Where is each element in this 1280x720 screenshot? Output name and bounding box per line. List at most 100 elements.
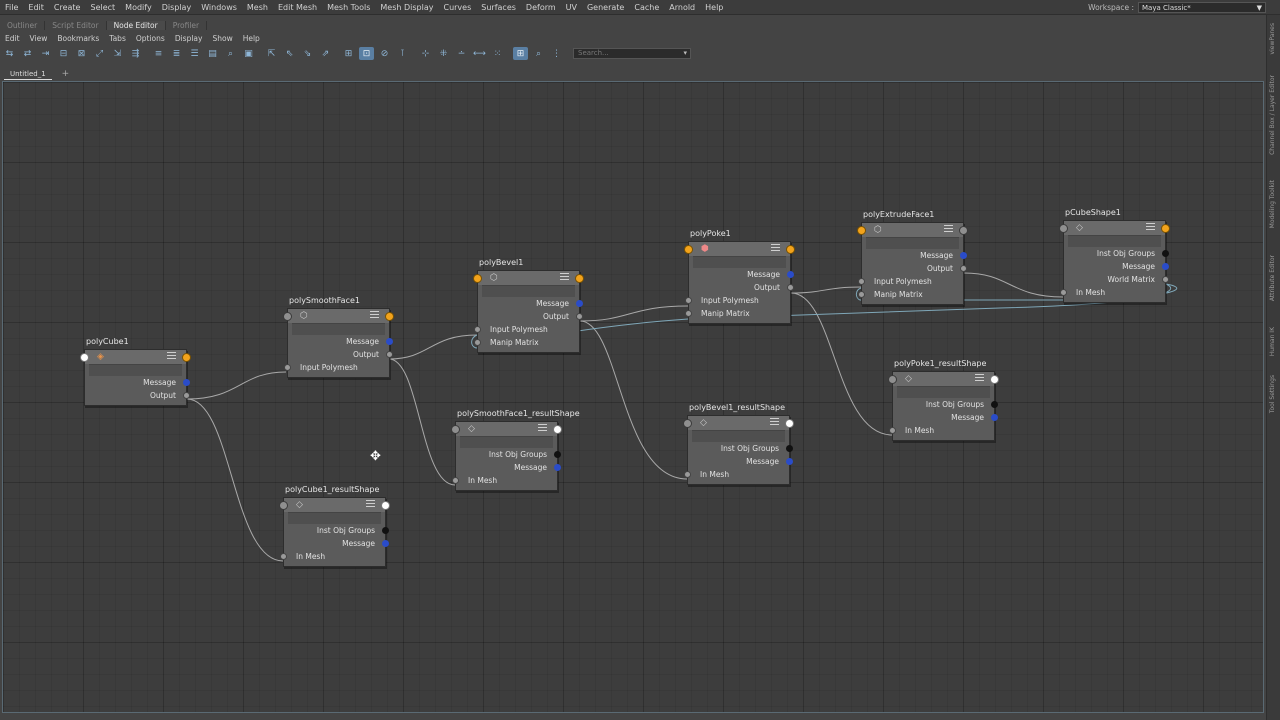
editor-menu-bookmarks[interactable]: Bookmarks <box>52 34 104 43</box>
node-polycube1-resultshape[interactable]: polyCube1_resultShape ◇ Inst Obj Groups … <box>279 485 390 567</box>
graph-inputs-icon[interactable]: ⇄ <box>20 47 35 60</box>
menu-edit[interactable]: Edit <box>23 3 49 12</box>
pin-icon[interactable]: ⇱ <box>264 47 279 60</box>
menu-edit-mesh[interactable]: Edit Mesh <box>273 3 322 12</box>
attribute-filter-icon[interactable]: ⊞ <box>341 47 356 60</box>
add-tab-button[interactable]: + <box>62 69 70 79</box>
input-port[interactable] <box>685 297 692 304</box>
node-polypoke1-resultshape[interactable]: polyPoke1_resultShape ◇ Inst Obj Groups … <box>888 359 999 441</box>
input-port[interactable] <box>284 364 291 371</box>
menu-mesh-display[interactable]: Mesh Display <box>375 3 438 12</box>
menu-arnold[interactable]: Arnold <box>664 3 700 12</box>
output-port[interactable] <box>183 379 190 386</box>
node-menu-icon[interactable] <box>366 500 375 508</box>
node-menu-icon[interactable] <box>1146 223 1155 231</box>
simple-mode-icon[interactable]: ≡ <box>151 47 166 60</box>
output-port[interactable] <box>991 401 998 408</box>
node-menu-icon[interactable] <box>975 374 984 382</box>
input-port[interactable] <box>451 425 460 434</box>
input-port[interactable] <box>474 326 481 333</box>
tab-script-editor[interactable]: Script Editor <box>45 20 107 30</box>
node-polysmoothface1[interactable]: polySmoothFace1 ⬡ Message Output Input P… <box>283 296 394 378</box>
expand-icon[interactable]: ⁜ <box>436 47 451 60</box>
tab-untitled-1[interactable]: Untitled_1 <box>4 69 52 80</box>
output-port[interactable] <box>786 458 793 465</box>
side-tab-channel-box[interactable]: Channel Box / Layer Editor <box>1269 75 1276 155</box>
input-port[interactable] <box>473 274 482 283</box>
frame-selected-icon[interactable]: ⇲ <box>110 47 125 60</box>
node-polyextrudeface1[interactable]: polyExtrudeFace1 ⬡ Message Output Input … <box>857 210 968 305</box>
menu-select[interactable]: Select <box>85 3 120 12</box>
side-tab-modeling-toolkit[interactable]: Modeling Toolkit <box>1269 180 1276 228</box>
output-port[interactable] <box>553 425 562 434</box>
output-port[interactable] <box>382 540 389 547</box>
input-port[interactable] <box>685 310 692 317</box>
input-port[interactable] <box>684 471 691 478</box>
node-menu-icon[interactable] <box>560 273 569 281</box>
menu-create[interactable]: Create <box>49 3 86 12</box>
snap-to-grid-icon[interactable]: ⊡ <box>359 47 374 60</box>
pin-selected-icon[interactable]: ⇗ <box>318 47 333 60</box>
unpin-icon[interactable]: ⇘ <box>300 47 315 60</box>
side-tab-human-ik[interactable]: Human IK <box>1269 327 1276 356</box>
input-port[interactable] <box>684 245 693 254</box>
menu-help[interactable]: Help <box>700 3 728 12</box>
editor-menu-tabs[interactable]: Tabs <box>104 34 131 43</box>
output-port[interactable] <box>1162 250 1169 257</box>
node-menu-icon[interactable] <box>370 311 379 319</box>
side-tab-attribute-editor[interactable]: Attribute Editor <box>1269 255 1276 301</box>
output-port[interactable] <box>787 284 794 291</box>
output-port[interactable] <box>385 312 394 321</box>
node-polybevel1[interactable]: polyBevel1 ⬡ Message Output Input Polyme… <box>473 258 584 353</box>
clear-graph-icon[interactable]: ⊟ <box>56 47 71 60</box>
spread-icon[interactable]: ⟷ <box>472 47 487 60</box>
menu-file[interactable]: File <box>0 3 23 12</box>
graph-traversal-icon[interactable]: ⊘ <box>377 47 392 60</box>
output-port[interactable] <box>785 419 794 428</box>
output-port[interactable] <box>182 353 191 362</box>
node-pcubeshape1[interactable]: pCubeShape1 ◇ Inst Obj Groups Message Wo… <box>1059 208 1170 303</box>
pin-all-icon[interactable]: ⇖ <box>282 47 297 60</box>
output-port[interactable] <box>1162 263 1169 270</box>
input-port[interactable] <box>474 339 481 346</box>
input-port[interactable] <box>452 477 459 484</box>
output-port[interactable] <box>381 501 390 510</box>
input-port[interactable] <box>888 375 897 384</box>
menu-surfaces[interactable]: Surfaces <box>476 3 521 12</box>
input-port[interactable] <box>280 553 287 560</box>
search-input[interactable]: Search... ▾ <box>573 48 691 59</box>
menu-generate[interactable]: Generate <box>582 3 629 12</box>
remove-selected-icon[interactable]: ⊠ <box>74 47 89 60</box>
input-port[interactable] <box>889 427 896 434</box>
side-tab-viewpanes[interactable]: viewPanes <box>1269 23 1276 54</box>
input-port[interactable] <box>1059 224 1068 233</box>
input-port[interactable] <box>1060 289 1067 296</box>
search-toggle-icon[interactable]: ⌕ <box>531 47 546 60</box>
custom-mode-icon[interactable]: ▤ <box>205 47 220 60</box>
node-polysmoothface1-resultshape[interactable]: polySmoothFace1_resultShape ◇ Inst Obj G… <box>451 409 580 491</box>
zoom-icon[interactable]: ⌕ <box>223 47 238 60</box>
menu-modify[interactable]: Modify <box>120 3 157 12</box>
editor-menu-view[interactable]: View <box>25 34 53 43</box>
input-port[interactable] <box>283 312 292 321</box>
output-port[interactable] <box>382 527 389 534</box>
output-port[interactable] <box>1162 276 1169 283</box>
graph-outputs-icon[interactable]: ⇥ <box>38 47 53 60</box>
collapse-icon[interactable]: ∸ <box>454 47 469 60</box>
menu-curves[interactable]: Curves <box>438 3 476 12</box>
menu-display[interactable]: Display <box>157 3 197 12</box>
frame-all-icon[interactable]: ⤢ <box>92 47 107 60</box>
input-port[interactable] <box>857 226 866 235</box>
full-mode-icon[interactable]: ☰ <box>187 47 202 60</box>
menu-mesh-tools[interactable]: Mesh Tools <box>322 3 375 12</box>
rearrange-icon[interactable]: ⇶ <box>128 47 143 60</box>
node-polypoke1[interactable]: polyPoke1 ⬢ Message Output Input Polymes… <box>684 229 795 324</box>
layout-icon[interactable]: ⁙ <box>490 47 505 60</box>
input-port[interactable] <box>80 353 89 362</box>
output-port[interactable] <box>554 464 561 471</box>
swatch-icon[interactable]: ▣ <box>241 47 256 60</box>
input-port[interactable] <box>858 291 865 298</box>
node-polybevel1-resultshape[interactable]: polyBevel1_resultShape ◇ Inst Obj Groups… <box>683 403 794 485</box>
menu-deform[interactable]: Deform <box>521 3 561 12</box>
output-port[interactable] <box>576 300 583 307</box>
